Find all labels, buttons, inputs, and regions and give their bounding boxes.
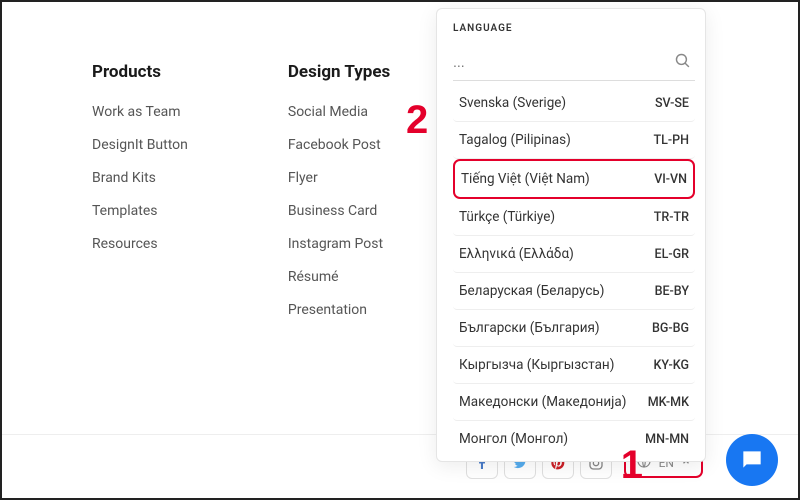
products-column: Products Work as Team DesignIt Button Br… bbox=[92, 62, 188, 335]
language-name: Ελληνικά (Ελλάδα) bbox=[459, 246, 574, 262]
design-types-link[interactable]: Flyer bbox=[288, 170, 390, 186]
language-item-highlighted[interactable]: Tiếng Việt (Việt Nam) VI-VN bbox=[453, 159, 695, 199]
language-code: KY-KG bbox=[654, 358, 689, 373]
language-item[interactable]: Монгол (Монгол) MN-MN bbox=[453, 421, 695, 457]
language-code: VI-VN bbox=[654, 172, 687, 187]
products-heading: Products bbox=[92, 62, 188, 82]
design-types-link[interactable]: Social Media bbox=[288, 104, 390, 120]
chat-icon bbox=[739, 447, 765, 473]
design-types-link[interactable]: Instagram Post bbox=[288, 236, 390, 252]
language-item[interactable]: Български (България) BG-BG bbox=[453, 310, 695, 347]
language-code: TL-PH bbox=[654, 133, 689, 148]
search-icon bbox=[674, 52, 691, 73]
language-search bbox=[453, 46, 695, 81]
design-types-column: Design Types Social Media Facebook Post … bbox=[288, 62, 390, 335]
language-name: Македонски (Македонија) bbox=[459, 394, 626, 410]
language-item[interactable]: Türkçe (Türkiye) TR-TR bbox=[453, 199, 695, 236]
design-types-heading: Design Types bbox=[288, 62, 390, 82]
language-code: TR-TR bbox=[654, 210, 689, 225]
language-code: BG-BG bbox=[652, 321, 689, 336]
language-name: Кыргызча (Кыргызстан) bbox=[459, 357, 614, 373]
language-code: MN-MN bbox=[645, 432, 689, 447]
annotation-2: 2 bbox=[406, 98, 428, 143]
language-name: Svenska (Sverige) bbox=[459, 95, 566, 111]
annotation-1: 1 bbox=[621, 443, 643, 488]
language-code: BE-BY bbox=[655, 284, 689, 299]
language-search-input[interactable] bbox=[453, 46, 695, 81]
language-code: MK-MK bbox=[648, 395, 689, 410]
language-item[interactable]: Tagalog (Pilipinas) TL-PH bbox=[453, 122, 695, 159]
language-item[interactable]: Македонски (Македонија) MK-MK bbox=[453, 384, 695, 421]
products-link[interactable]: Resources bbox=[92, 236, 188, 252]
products-link[interactable]: DesignIt Button bbox=[92, 137, 188, 153]
language-code: SV-SE bbox=[655, 96, 689, 111]
chat-fab-button[interactable] bbox=[726, 434, 778, 486]
language-item[interactable]: Svenska (Sverige) SV-SE bbox=[453, 85, 695, 122]
design-types-link[interactable]: Presentation bbox=[288, 302, 390, 318]
language-code: EL-GR bbox=[655, 247, 689, 262]
language-name: Türkçe (Türkiye) bbox=[459, 209, 555, 225]
products-link[interactable]: Templates bbox=[92, 203, 188, 219]
language-list: Svenska (Sverige) SV-SE Tagalog (Pilipina… bbox=[453, 85, 695, 457]
language-name: Tiếng Việt (Việt Nam) bbox=[461, 171, 590, 187]
language-item[interactable]: Кыргызча (Кыргызстан) KY-KG bbox=[453, 347, 695, 384]
products-link[interactable]: Brand Kits bbox=[92, 170, 188, 186]
language-item[interactable]: Беларуская (Беларусь) BE-BY bbox=[453, 273, 695, 310]
language-label: LANGUAGE bbox=[453, 23, 695, 34]
language-name: Монгол (Монгол) bbox=[459, 431, 568, 447]
language-name: Български (България) bbox=[459, 320, 600, 336]
language-item[interactable]: Ελληνικά (Ελλάδα) EL-GR bbox=[453, 236, 695, 273]
design-types-link[interactable]: Business Card bbox=[288, 203, 390, 219]
language-name: Tagalog (Pilipinas) bbox=[459, 132, 571, 148]
products-link[interactable]: Work as Team bbox=[92, 104, 188, 120]
language-dropdown: LANGUAGE Svenska (Sverige) SV-SE Tagalog … bbox=[436, 8, 706, 462]
design-types-link[interactable]: Facebook Post bbox=[288, 137, 390, 153]
language-name: Беларуская (Беларусь) bbox=[459, 283, 604, 299]
design-types-link[interactable]: Résumé bbox=[288, 269, 390, 285]
